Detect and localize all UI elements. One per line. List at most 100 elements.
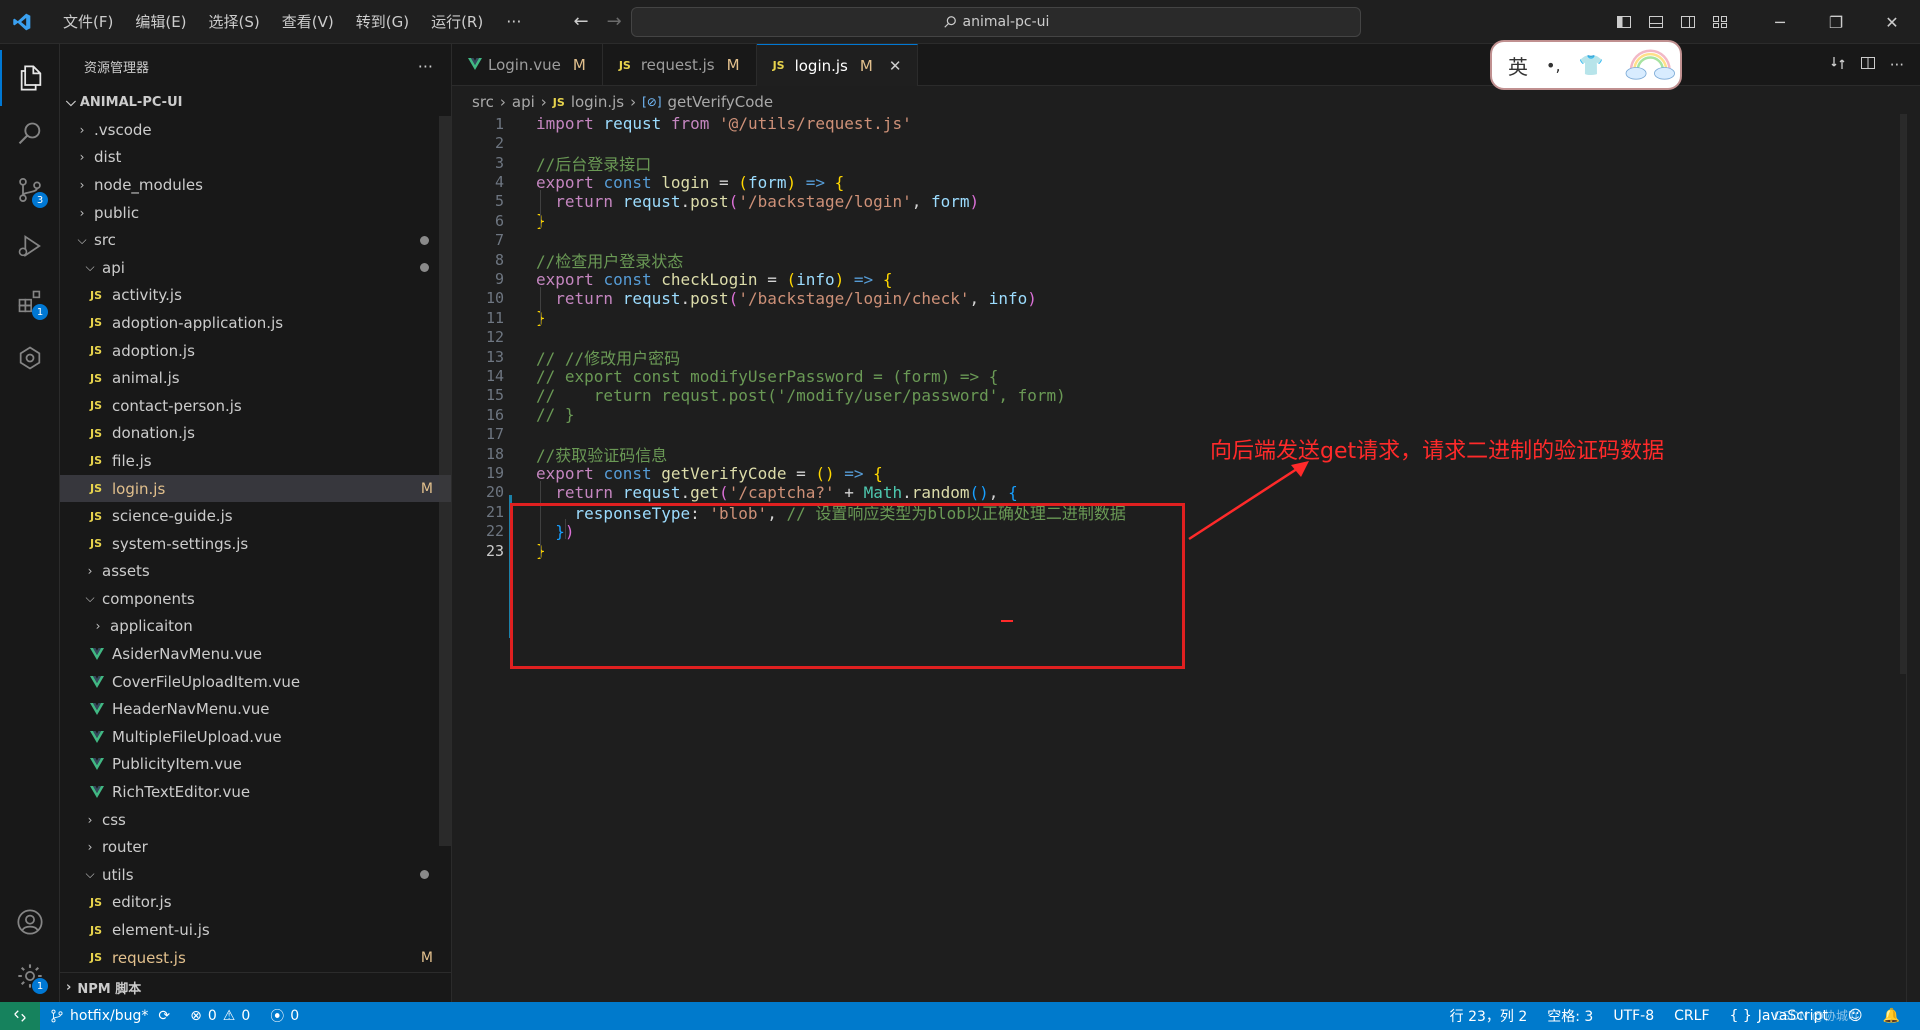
tree-file[interactable]: JS request.js M bbox=[60, 944, 451, 972]
ime-toolbar[interactable]: 英 •, 👕 bbox=[1490, 40, 1682, 90]
tree-file[interactable]: JS animal.js bbox=[60, 364, 451, 392]
manage-gear-icon[interactable]: 1 bbox=[0, 948, 60, 1004]
tree-file[interactable]: JS system-settings.js bbox=[60, 530, 451, 558]
tree-folder[interactable]: › router bbox=[60, 833, 451, 861]
tree-file[interactable]: JS editor.js bbox=[60, 889, 451, 917]
tree-file[interactable]: MultipleFileUpload.vue bbox=[60, 723, 451, 751]
toggle-secondary-sidebar-icon[interactable] bbox=[1672, 0, 1704, 44]
forward-arrow-icon[interactable]: → bbox=[607, 11, 622, 32]
ime-language[interactable]: 英 bbox=[1508, 51, 1528, 80]
menu-item[interactable]: 运行(R) bbox=[420, 0, 494, 44]
tree-folder[interactable]: ⌵ components bbox=[60, 585, 451, 613]
tree-file[interactable]: AsiderNavMenu.vue bbox=[60, 640, 451, 668]
indentation[interactable]: 空格: 3 bbox=[1537, 1006, 1603, 1026]
line-number: 4 bbox=[494, 173, 504, 192]
tree-folder[interactable]: ⌵ utils bbox=[60, 861, 451, 889]
sync-icon[interactable]: ⟳ bbox=[158, 1008, 170, 1024]
remote-indicator-icon[interactable] bbox=[0, 1002, 40, 1030]
tree-item-label: components bbox=[102, 589, 195, 608]
command-center-search[interactable]: animal-pc-ui bbox=[631, 7, 1361, 37]
accounts-icon[interactable] bbox=[0, 894, 60, 950]
tree-file[interactable]: CoverFileUploadItem.vue bbox=[60, 668, 451, 696]
menu-item[interactable]: 编辑(E) bbox=[124, 0, 197, 44]
tree-file[interactable]: JS contact-person.js bbox=[60, 392, 451, 420]
explorer-more-icon[interactable]: ··· bbox=[418, 57, 433, 76]
chevron-down-icon: ⌵ bbox=[85, 260, 95, 275]
minimize-icon[interactable]: ─ bbox=[1752, 0, 1808, 44]
tab-label: request.js bbox=[640, 56, 715, 74]
customize-layout-icon[interactable] bbox=[1704, 0, 1736, 44]
close-icon[interactable]: ✕ bbox=[889, 57, 902, 75]
toggle-primary-sidebar-icon[interactable] bbox=[1608, 0, 1640, 44]
toggle-panel-icon[interactable] bbox=[1640, 0, 1672, 44]
notifications-bell-icon[interactable]: 🔔 bbox=[1873, 1008, 1910, 1024]
menu-more-icon[interactable]: ··· bbox=[494, 12, 533, 31]
tree-file[interactable]: JS adoption.js bbox=[60, 337, 451, 365]
tree-folder[interactable]: › node_modules bbox=[60, 171, 451, 199]
breadcrumb-api[interactable]: api bbox=[512, 93, 535, 111]
extensions-icon[interactable]: 1 bbox=[0, 274, 60, 330]
tree-file[interactable]: JS file.js bbox=[60, 447, 451, 475]
tree-file[interactable]: JS adoption-application.js bbox=[60, 309, 451, 337]
editor-scrollbar[interactable] bbox=[1900, 114, 1906, 674]
breadcrumb-symbol[interactable]: getVerifyCode bbox=[668, 93, 774, 111]
problems-indicator[interactable]: ⊗ 0 ⚠ 0 bbox=[180, 1008, 260, 1024]
editor-actions: ··· bbox=[1830, 44, 1904, 86]
tree-folder[interactable]: › applicaiton bbox=[60, 613, 451, 641]
indent-guide bbox=[540, 189, 541, 229]
encoding[interactable]: UTF-8 bbox=[1603, 1008, 1664, 1024]
tree-file[interactable]: HeaderNavMenu.vue bbox=[60, 695, 451, 723]
tree-file[interactable]: RichTextEditor.vue bbox=[60, 778, 451, 806]
source-control-icon[interactable]: 3 bbox=[0, 162, 60, 218]
menu-item[interactable]: 文件(F) bbox=[52, 0, 124, 44]
chevron-right-icon: › bbox=[79, 122, 85, 137]
explorer-icon[interactable] bbox=[0, 50, 60, 106]
tree-folder[interactable]: › .vscode bbox=[60, 116, 451, 144]
menu-item[interactable]: 转到(G) bbox=[345, 0, 420, 44]
split-editor-icon[interactable] bbox=[1860, 55, 1876, 75]
breadcrumb-file[interactable]: login.js bbox=[571, 93, 624, 111]
tree-folder[interactable]: › dist bbox=[60, 144, 451, 172]
back-arrow-icon[interactable]: ← bbox=[573, 11, 588, 32]
npm-scripts-section[interactable]: › NPM 脚本 bbox=[60, 972, 451, 1002]
tree-item-label: adoption-application.js bbox=[112, 313, 284, 332]
remote-explorer-icon[interactable] bbox=[0, 330, 60, 386]
menu-item[interactable]: 选择(S) bbox=[198, 0, 271, 44]
restore-icon[interactable]: ❐ bbox=[1808, 0, 1864, 44]
search-icon[interactable] bbox=[0, 106, 60, 162]
tab-login-vue[interactable]: Login.vue M bbox=[452, 44, 603, 86]
tree-file[interactable]: JS donation.js bbox=[60, 420, 451, 448]
js-file-icon: JS bbox=[90, 288, 103, 302]
close-window-icon[interactable]: ✕ bbox=[1864, 0, 1920, 44]
tree-folder[interactable]: ⌵ api bbox=[60, 254, 451, 282]
ime-punctuation[interactable]: •, bbox=[1546, 56, 1561, 75]
overview-ruler[interactable] bbox=[1906, 114, 1920, 1002]
chevron-right-icon: › bbox=[87, 812, 93, 827]
tree-folder[interactable]: › css bbox=[60, 806, 451, 834]
menu-item[interactable]: 查看(V) bbox=[271, 0, 345, 44]
run-debug-icon[interactable] bbox=[0, 218, 60, 274]
compare-changes-icon[interactable] bbox=[1830, 55, 1846, 75]
tree-folder[interactable]: ⌵ src bbox=[60, 226, 451, 254]
ports-indicator[interactable]: ⦿ 0 bbox=[260, 1006, 309, 1026]
tree-folder[interactable]: › public bbox=[60, 199, 451, 227]
line-number: 1 bbox=[494, 114, 504, 133]
end-of-line[interactable]: CRLF bbox=[1664, 1008, 1719, 1024]
sidebar-scrollbar[interactable] bbox=[439, 116, 451, 846]
ime-skin-icon[interactable]: 👕 bbox=[1579, 53, 1604, 77]
tree-file[interactable]: JS login.js M bbox=[60, 474, 451, 503]
cursor-position[interactable]: 行 23，列 2 bbox=[1440, 1006, 1538, 1026]
tree-file[interactable]: JS science-guide.js bbox=[60, 502, 451, 530]
breadcrumb-src[interactable]: src bbox=[472, 93, 494, 111]
tree-file[interactable]: JS activity.js bbox=[60, 282, 451, 310]
more-actions-icon[interactable]: ··· bbox=[1890, 56, 1904, 74]
tree-folder[interactable]: › assets bbox=[60, 558, 451, 586]
tab-login-js[interactable]: JS login.js M ✕ bbox=[756, 44, 919, 86]
tab-modified-badge: M bbox=[859, 56, 873, 75]
workspace-root[interactable]: ⌵ ANIMAL-PC-UI bbox=[60, 88, 451, 116]
tab-request-js[interactable]: JS request.js M bbox=[603, 44, 757, 86]
tree-file[interactable]: PublicityItem.vue bbox=[60, 751, 451, 779]
git-branch[interactable]: hotfix/bug* ⟳ bbox=[40, 1008, 180, 1024]
error-count: 0 bbox=[207, 1008, 217, 1024]
tree-file[interactable]: JS element-ui.js bbox=[60, 916, 451, 944]
